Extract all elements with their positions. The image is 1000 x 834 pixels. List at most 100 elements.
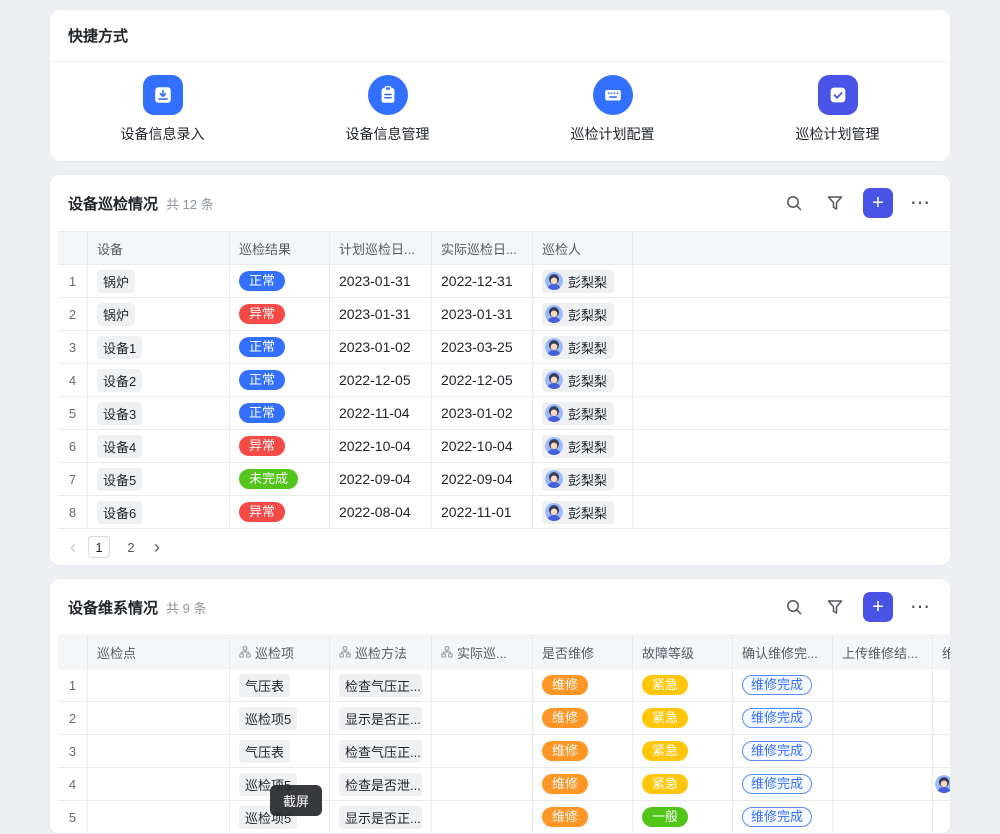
- screenshot-tooltip[interactable]: 截屏: [270, 785, 322, 816]
- table-row[interactable]: 3气压表检查气压正...维修紧急维修完成: [58, 735, 950, 768]
- result-cell: 正常: [230, 397, 330, 430]
- table-row[interactable]: 6设备4异常2022-10-042022-10-04彭梨梨: [58, 430, 950, 463]
- table-row[interactable]: 1气压表检查气压正...维修紧急维修完成: [58, 669, 950, 702]
- shortcut-item[interactable]: 设备信息管理: [275, 75, 500, 144]
- column-header[interactable]: 巡检项: [230, 636, 330, 669]
- column-header[interactable]: 维...: [933, 636, 950, 669]
- inspection-table-body: 1锅炉正常2023-01-312022-12-31彭梨梨2锅炉异常2023-01…: [58, 265, 950, 529]
- table-row[interactable]: 2巡检项5显示是否正...维修紧急维修完成: [58, 702, 950, 735]
- filter-button[interactable]: [822, 594, 848, 620]
- table-row[interactable]: 4设备2正常2022-12-052022-12-05彭梨梨: [58, 364, 950, 397]
- method-chip: 检查气压正...: [339, 740, 422, 763]
- add-record-button[interactable]: +: [863, 188, 893, 218]
- column-header[interactable]: 实际巡检日...: [432, 232, 533, 265]
- inspector-cell: 彭梨梨: [533, 463, 633, 496]
- repair-person-cell: [933, 768, 950, 801]
- table-row[interactable]: 8设备6异常2022-08-042022-11-01彭梨梨: [58, 496, 950, 529]
- shortcut-item[interactable]: 设备信息录入: [50, 75, 275, 144]
- column-header[interactable]: 巡检方法: [330, 636, 432, 669]
- shortcut-item[interactable]: 巡检计划配置: [500, 75, 725, 144]
- confirm-repair-button[interactable]: 维修完成: [742, 675, 812, 695]
- column-header[interactable]: 确认维修完...: [733, 636, 833, 669]
- row-number: 3: [58, 331, 88, 364]
- more-options-button[interactable]: ⋯: [908, 597, 932, 617]
- next-page-button[interactable]: ›: [154, 538, 160, 556]
- table-row[interactable]: 5巡检项5显示是否正...维修一般维修完成: [58, 801, 950, 834]
- upload-result-cell: [833, 702, 933, 735]
- inspection-method-cell: 显示是否正...: [330, 702, 432, 735]
- inspection-table: 设备巡检结果计划巡检日...实际巡检日...巡检人 1锅炉正常2023-01-3…: [58, 231, 950, 529]
- inspection-point-cell: [88, 669, 230, 702]
- table-row[interactable]: 2锅炉异常2023-01-312023-01-31彭梨梨: [58, 298, 950, 331]
- result-badge: 异常: [239, 304, 285, 324]
- column-header-label: 是否维修: [542, 643, 594, 662]
- page-number-button[interactable]: 2: [120, 536, 142, 558]
- inspection-record-count: 共 12 条: [166, 194, 214, 213]
- row-number: 6: [58, 430, 88, 463]
- fault-level-badge: 紧急: [642, 708, 688, 728]
- actual-date-cell: 2022-09-04: [432, 463, 533, 496]
- confirm-repair-button[interactable]: 维修完成: [742, 741, 812, 761]
- repair-cell: 维修: [533, 735, 633, 768]
- inspector-chip: 彭梨梨: [542, 435, 614, 458]
- table-row[interactable]: 5设备3正常2022-11-042023-01-02彭梨梨: [58, 397, 950, 430]
- row-filler: [633, 265, 950, 298]
- row-number: 5: [58, 397, 88, 430]
- device-chip: 设备3: [97, 402, 142, 425]
- planned-date-cell: 2022-12-05: [330, 364, 432, 397]
- inspection-table-header: 设备巡检结果计划巡检日...实际巡检日...巡检人: [58, 232, 950, 265]
- upload-result-cell: [833, 735, 933, 768]
- method-chip: 显示是否正...: [339, 707, 422, 730]
- repair-badge: 维修: [542, 675, 588, 695]
- column-header[interactable]: 巡检点: [88, 636, 230, 669]
- column-header[interactable]: 实际巡...: [432, 636, 533, 669]
- inspector-name: 彭梨梨: [568, 272, 607, 291]
- inspection-point-cell: [88, 801, 230, 834]
- confirm-repair-button[interactable]: 维修完成: [742, 774, 812, 794]
- result-cell: 正常: [230, 265, 330, 298]
- method-chip: 显示是否正...: [339, 806, 422, 829]
- column-header[interactable]: 是否维修: [533, 636, 633, 669]
- maintenance-table-title: 设备维系情况: [68, 597, 158, 618]
- actual-date-cell: 2023-01-02: [432, 397, 533, 430]
- column-header[interactable]: 故障等级: [633, 636, 733, 669]
- planned-date-cell: 2023-01-31: [330, 298, 432, 331]
- column-header[interactable]: 巡检结果: [230, 232, 330, 265]
- add-record-button[interactable]: +: [863, 592, 893, 622]
- repair-cell: 维修: [533, 669, 633, 702]
- inspector-name: 彭梨梨: [568, 371, 607, 390]
- inspector-name: 彭梨梨: [568, 503, 607, 522]
- page-number-button[interactable]: 1: [88, 536, 110, 558]
- inspector-chip: 彭梨梨: [542, 369, 614, 392]
- filter-button[interactable]: [822, 190, 848, 216]
- table-row[interactable]: 3设备1正常2023-01-022023-03-25彭梨梨: [58, 331, 950, 364]
- shortcut-item[interactable]: 巡检计划管理: [725, 75, 950, 144]
- actual-date-cell: 2023-03-25: [432, 331, 533, 364]
- column-header[interactable]: 计划巡检日...: [330, 232, 432, 265]
- maintenance-table-body: 1气压表检查气压正...维修紧急维修完成2巡检项5显示是否正...维修紧急维修完…: [58, 669, 950, 834]
- inspector-cell: 彭梨梨: [533, 331, 633, 364]
- table-row[interactable]: 4巡检项5检查是否泄...维修紧急维修完成: [58, 768, 950, 801]
- inspector-cell: 彭梨梨: [533, 265, 633, 298]
- column-header[interactable]: 巡检人: [533, 232, 633, 265]
- table-row[interactable]: 7设备5未完成2022-09-042022-09-04彭梨梨: [58, 463, 950, 496]
- inspector-name: 彭梨梨: [568, 305, 607, 324]
- inspection-point-cell: [88, 702, 230, 735]
- planned-date-cell: 2022-09-04: [330, 463, 432, 496]
- more-options-button[interactable]: ⋯: [908, 193, 932, 213]
- actual-date-cell: 2022-11-01: [432, 496, 533, 529]
- confirm-repair-button[interactable]: 维修完成: [742, 807, 812, 827]
- result-cell: 正常: [230, 364, 330, 397]
- repair-cell: 维修: [533, 801, 633, 834]
- row-filler: [633, 430, 950, 463]
- search-button[interactable]: [781, 594, 807, 620]
- actual-date-cell: 2023-01-31: [432, 298, 533, 331]
- table-row[interactable]: 1锅炉正常2023-01-312022-12-31彭梨梨: [58, 265, 950, 298]
- column-header[interactable]: 上传维修结...: [833, 636, 933, 669]
- confirm-repair-button[interactable]: 维修完成: [742, 708, 812, 728]
- search-button[interactable]: [781, 190, 807, 216]
- inspector-name: 彭梨梨: [568, 404, 607, 423]
- prev-page-button[interactable]: ‹: [70, 538, 76, 556]
- inspector-name: 彭梨梨: [568, 338, 607, 357]
- column-header[interactable]: 设备: [88, 232, 230, 265]
